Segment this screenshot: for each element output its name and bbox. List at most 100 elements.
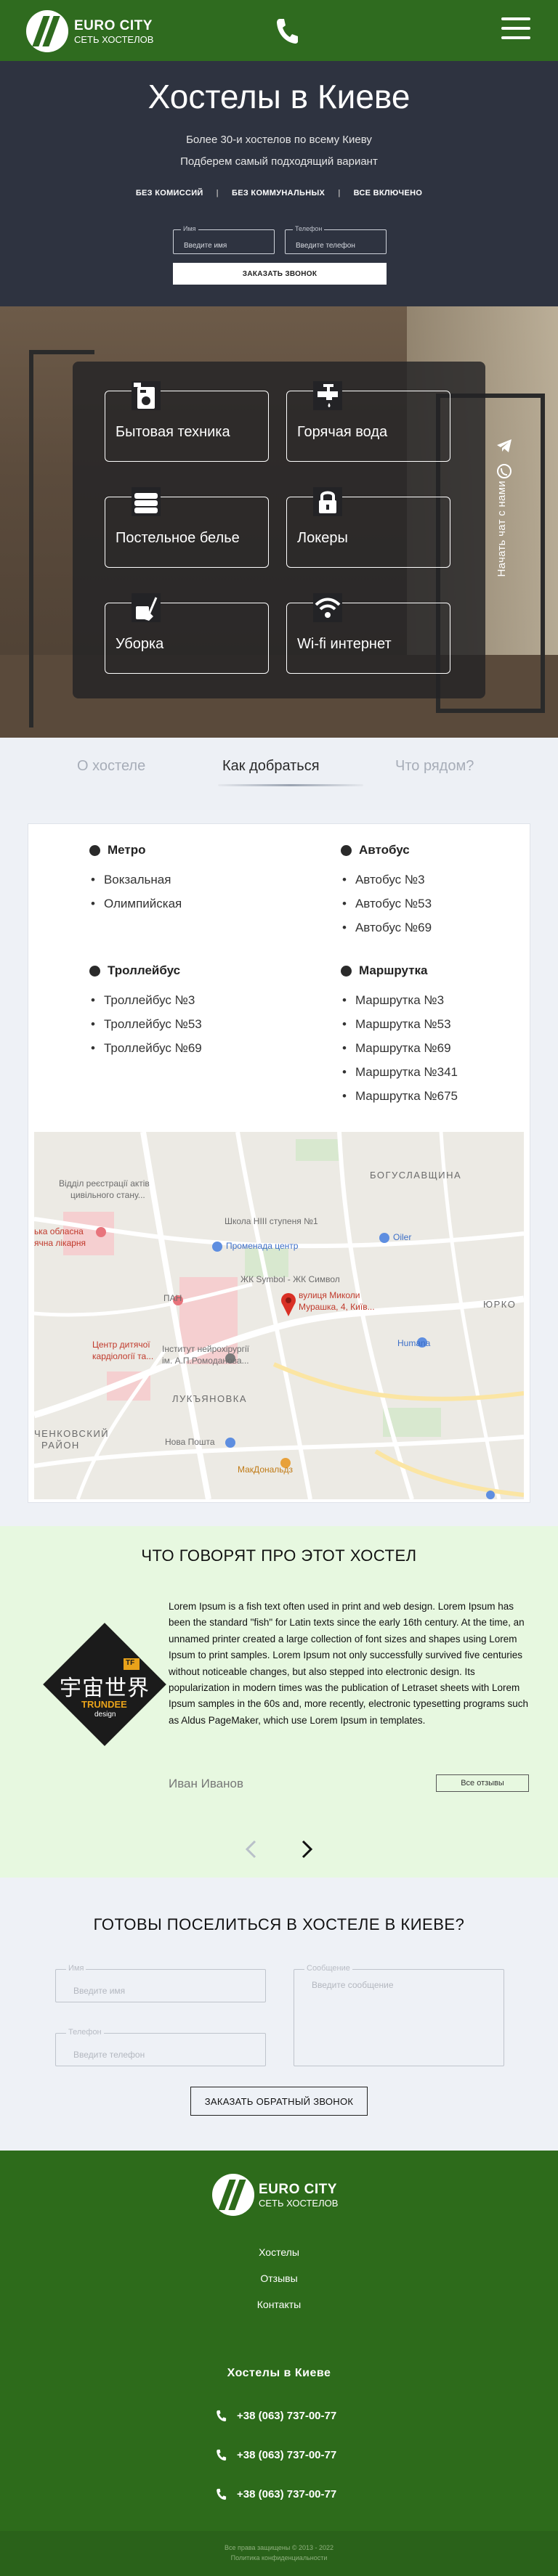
list-item: Маршрутка №53 (342, 1012, 458, 1036)
amenities-section: Бытовая техника Горячая вода Постельное … (0, 306, 558, 738)
active-tab-underline (218, 784, 363, 786)
list-item: Маршрутка №341 (342, 1060, 458, 1084)
tab-directions[interactable]: Как добраться (222, 758, 320, 775)
metro-icon (89, 844, 100, 856)
header-logo[interactable]: EURO CITY СЕТЬ ХОСТЕЛОВ (26, 10, 153, 52)
hero-subtitle-line1: Более 30-и хостелов по всему Киеву (186, 134, 372, 146)
footer-link-contacts[interactable]: Контакты (0, 2291, 558, 2318)
appliances-icon (132, 381, 161, 410)
amenity-label: Уборка (116, 636, 164, 652)
bus-block: Автобус Автобус №3 Автобус №53 Автобус №… (341, 843, 432, 939)
map-label: ПАН (163, 1293, 182, 1303)
chat-label[interactable]: Начать чат с нами (496, 481, 508, 576)
metro-block: Метро Вокзальная Олимпийская (89, 843, 182, 916)
map-label: Променада центр (226, 1241, 299, 1251)
hamburger-menu-icon[interactable] (501, 17, 530, 41)
hero-subtitle-line2: Подберем самый подходящий вариант (180, 155, 378, 168)
amenity-hot-water: Горячая вода (286, 381, 450, 462)
list-item: Троллейбус №3 (91, 988, 202, 1012)
telegram-icon[interactable] (496, 437, 513, 455)
callback-name-input[interactable] (56, 1970, 265, 2002)
logo-sub: design (94, 1711, 116, 1719)
feature-all-included: ВСЕ ВКЛЮЧЕНО (353, 189, 423, 197)
reviews-section: ЧТО ГОВОРЯТ ПРО ЭТОТ ХОСТЕЛ TF 宇宙世界 TRUN… (0, 1526, 558, 1878)
minibus-block: Маршрутка Маршрутка №3 Маршрутка №53 Мар… (341, 963, 458, 1108)
footer-link-reviews[interactable]: Отзывы (0, 2265, 558, 2291)
map-label: ЧЕНКОВСКИЙ (34, 1428, 110, 1439)
site-header: EURO CITY СЕТЬ ХОСТЕЛОВ (0, 0, 558, 61)
prev-arrow-icon[interactable] (243, 1838, 260, 1860)
footer-brand-name: EURO CITY (259, 2181, 337, 2197)
footer-link-hostels[interactable]: Хостелы (0, 2239, 558, 2265)
hero-features: БЕЗ КОМИССИЙ | БЕЗ КОММУНАЛЬНЫХ | ВСЕ ВК… (0, 189, 558, 197)
map-label: ька обласна (34, 1226, 84, 1236)
tab-about[interactable]: О хостеле (77, 758, 145, 775)
location-map[interactable]: Відділ реєстрації актів цивільного стану… (34, 1132, 524, 1499)
list-item: Маршрутка №69 (342, 1036, 458, 1060)
footer-brand-tagline: СЕТЬ ХОСТЕЛОВ (259, 2197, 339, 2209)
wifi-icon (313, 593, 342, 622)
privacy-policy-link[interactable]: Политика конфиденциальности (0, 2553, 558, 2563)
phone-icon (217, 2410, 227, 2421)
phone-icon (217, 2488, 227, 2500)
linen-icon (132, 487, 161, 516)
minibus-icon (341, 965, 352, 977)
hero-callback-form: Имя Телефон ЗАКАЗАТЬ ЗВОНОК (173, 225, 387, 285)
reviewer-logo: TF 宇宙世界 TRUNDEE design (42, 1622, 167, 1747)
list-item: Троллейбус №53 (91, 1012, 202, 1036)
brand-tagline: СЕТЬ ХОСТЕЛОВ (74, 33, 154, 45)
logo-mark-icon (26, 10, 68, 52)
bus-icon (341, 844, 352, 856)
chat-widget[interactable]: Начать чат с нами (490, 437, 519, 640)
list-item: Олимпийская (91, 892, 182, 916)
viber-icon[interactable] (496, 463, 513, 481)
tab-nearby[interactable]: Что рядом? (395, 758, 474, 775)
review-author: Иван Иванов (169, 1777, 244, 1790)
map-label: кардіології та... (92, 1351, 154, 1361)
map-label: Humana (397, 1338, 431, 1348)
footer-phone-number: +38 (063) 737-00-77 (237, 2448, 337, 2461)
map-label: БОГУСЛАВЩИНА (370, 1170, 462, 1181)
page: EURO CITY СЕТЬ ХОСТЕЛОВ Хостелы в Киеве … (0, 0, 558, 2576)
map-label: Відділ реєстрації актів (59, 1178, 150, 1189)
hero-name-label: Имя (181, 225, 198, 232)
location-tabs: О хостеле Как добраться Что рядом? (0, 738, 558, 810)
phone-icon (217, 2449, 227, 2461)
callback-name-field: Имя (55, 1964, 266, 2002)
map-label: Інститут нейрохірургії (162, 1344, 249, 1354)
bus-title: Автобус (359, 843, 410, 857)
footer-phone-link[interactable]: +38 (063) 737-00-77 (215, 2409, 336, 2422)
hero-subtitle: Более 30-и хостелов по всему Киеву Подбе… (0, 129, 558, 173)
map-label: вулиця Миколи (299, 1290, 360, 1300)
logo-text-cn: 宇宙世界 (60, 1676, 150, 1701)
list-item: Троллейбус №69 (91, 1036, 202, 1060)
footer-bottom-bar: Все права защищены © 2013 - 2022 Политик… (0, 2531, 558, 2576)
faucet-icon (313, 381, 342, 410)
hero-name-input[interactable] (174, 230, 274, 253)
footer-phone-link[interactable]: +38 (063) 737-00-77 (215, 2487, 336, 2500)
brand-name: EURO CITY (74, 17, 153, 33)
order-call-button[interactable]: ЗАКАЗАТЬ ЗВОНОК (173, 263, 387, 285)
hero-phone-input[interactable] (286, 230, 386, 253)
logo-text: TRUNDEE (81, 1699, 127, 1710)
map-label: МакДональдз (238, 1464, 294, 1475)
trolleybus-block: Троллейбус Троллейбус №3 Троллейбус №53 … (89, 963, 202, 1060)
map-label: Мурашка, 4, Київ... (299, 1302, 375, 1312)
all-reviews-button[interactable]: Все отзывы (436, 1774, 529, 1792)
next-arrow-icon[interactable] (298, 1838, 315, 1860)
order-callback-button[interactable]: ЗАКАЗАТЬ ОБРАТНЫЙ ЗВОНОК (190, 2087, 368, 2116)
callback-message-field: Сообщение (294, 1964, 504, 2066)
footer-logo[interactable]: EURO CITY СЕТЬ ХОСТЕЛОВ (212, 2174, 338, 2216)
callback-phone-field: Телефон (55, 2028, 266, 2066)
footer-phone-link[interactable]: +38 (063) 737-00-77 (215, 2448, 336, 2461)
phone-icon[interactable] (273, 16, 299, 45)
callback-section: ГОТОВЫ ПОСЕЛИТЬСЯ В ХОСТЕЛЕ В КИЕВЕ? Имя… (0, 1878, 558, 2151)
map-label: Центр дитячої (92, 1340, 150, 1350)
site-footer: EURO CITY СЕТЬ ХОСТЕЛОВ Хостелы Отзывы К… (0, 2151, 558, 2576)
callback-message-input[interactable] (294, 1970, 504, 2066)
callback-phone-input[interactable] (56, 2034, 265, 2066)
map-label: цивільного стану... (70, 1190, 145, 1200)
hero-name-field: Имя (173, 225, 275, 254)
amenity-linen: Постельное белье (105, 487, 269, 568)
callback-message-label: Сообщение (304, 1964, 352, 1973)
